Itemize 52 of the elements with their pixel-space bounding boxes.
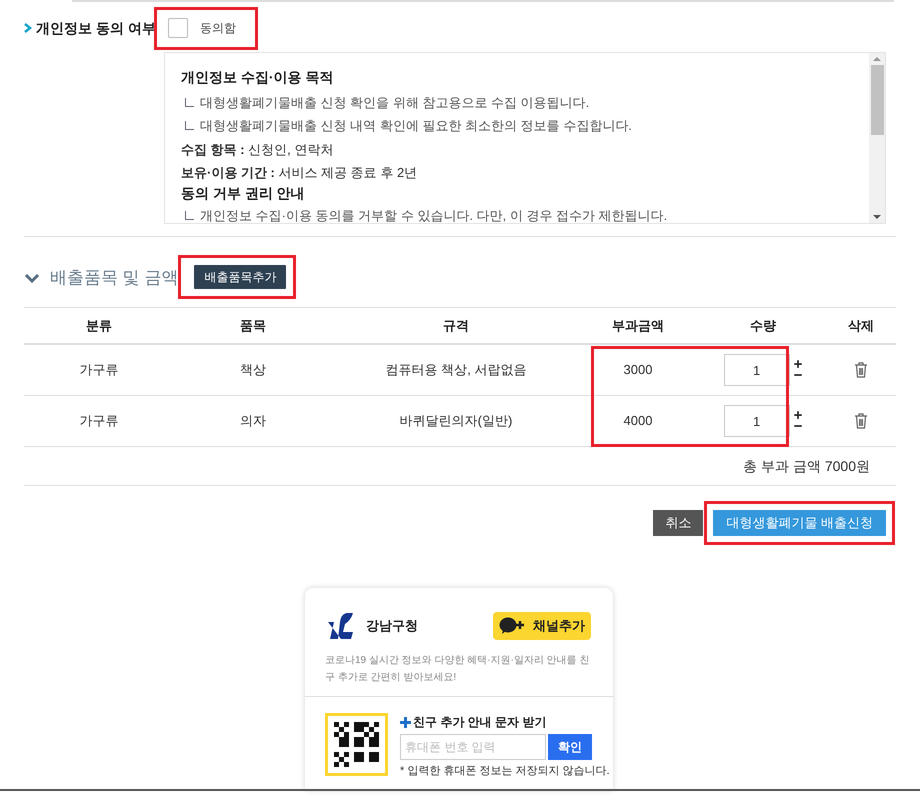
bullet-icon — [185, 98, 194, 107]
org-name: 강남구청 — [366, 617, 418, 636]
column-header: 수량 — [749, 316, 777, 335]
notice-field: 보유·이용 기간 : 서비스 제공 종료 후 2년 — [181, 162, 869, 183]
quantity-field[interactable]: 1 — [724, 354, 790, 386]
column-header: 분류 — [85, 316, 113, 335]
phone-input-field[interactable]: 휴대폰 번호 입력 — [400, 734, 546, 760]
sms-title: 친구 추가 안내 문자 받기 — [413, 714, 546, 731]
section-title: 배출품목 및 금액 — [50, 267, 178, 290]
quantity-field[interactable]: 1 — [724, 405, 790, 437]
column-header: 부과금액 — [611, 316, 665, 335]
column-header: 품목 — [239, 316, 267, 335]
bullet-icon — [185, 211, 194, 220]
column-header: 규격 — [442, 316, 470, 335]
table-cell-text: 가구류 — [78, 412, 120, 430]
notice-field: 수집 항목 : 신청인, 연락처 — [181, 139, 869, 160]
bullet-icon — [185, 121, 194, 130]
total-amount: 총 부과 금액 7000원 — [743, 456, 870, 476]
add-channel-button[interactable]: 채널추가 — [493, 612, 591, 640]
section-label: 개인정보 동의 여부 — [36, 18, 156, 38]
chevron-right-icon — [24, 23, 32, 33]
decrement-button[interactable]: − — [794, 421, 802, 432]
consent-checkbox[interactable]: 동의함 — [168, 16, 248, 40]
increment-button[interactable]: + — [794, 359, 802, 370]
table-cell-text: 컴퓨터용 책상, 서랍없음 — [384, 361, 528, 380]
notice-text: 대형생활폐기물배출 신청 내역 확인에 필요한 최소한의 정보를 수집합니다. — [200, 117, 632, 135]
qr-code-icon — [325, 713, 388, 776]
cancel-button[interactable]: 취소 — [653, 510, 704, 536]
increment-button[interactable]: + — [794, 410, 802, 421]
district-logo-icon — [327, 612, 354, 640]
table-cell-text: 책상 — [239, 361, 267, 380]
chat-bubble-icon — [499, 617, 527, 635]
notice-text: 대형생활폐기물배출 신청 확인을 위해 참고용으로 수집 이용됩니다. — [200, 94, 590, 112]
decrement-button[interactable]: − — [794, 370, 802, 381]
chevron-down-icon[interactable] — [24, 272, 40, 284]
column-header: 삭제 — [847, 316, 875, 335]
table-cell-text: 바퀴달린의자(일반) — [398, 412, 514, 430]
plus-icon — [400, 716, 411, 728]
notice-text: 개인정보 수집·이용 동의를 거부할 수 있습니다. 다만, 이 경우 접수가 제한됩니다. — [200, 207, 668, 223]
notice-heading: 개인정보 수집·이용 목적 — [181, 68, 334, 87]
trash-icon[interactable] — [854, 413, 868, 429]
notice-heading: 동의 거부 권리 안내 — [181, 184, 306, 203]
add-item-button[interactable]: 배출품목추가 — [194, 265, 286, 289]
scrollbar[interactable] — [869, 53, 885, 223]
table-cell-text: 3000 — [622, 361, 654, 380]
channel-description: 코로나19 실시간 정보와 다양한 혜택·지원·일자리 안내를 친구 추가로 간편히 받아보세요! — [324, 654, 590, 685]
trash-icon[interactable] — [854, 362, 868, 378]
privacy-note: * 입력한 휴대폰 정보는 저장되지 않습니다. — [400, 764, 610, 779]
confirm-button[interactable]: 확인 — [548, 734, 592, 760]
table-cell-text: 가구류 — [78, 361, 120, 380]
table-cell-text: 의자 — [239, 412, 267, 430]
table-cell-text: 4000 — [622, 412, 654, 430]
